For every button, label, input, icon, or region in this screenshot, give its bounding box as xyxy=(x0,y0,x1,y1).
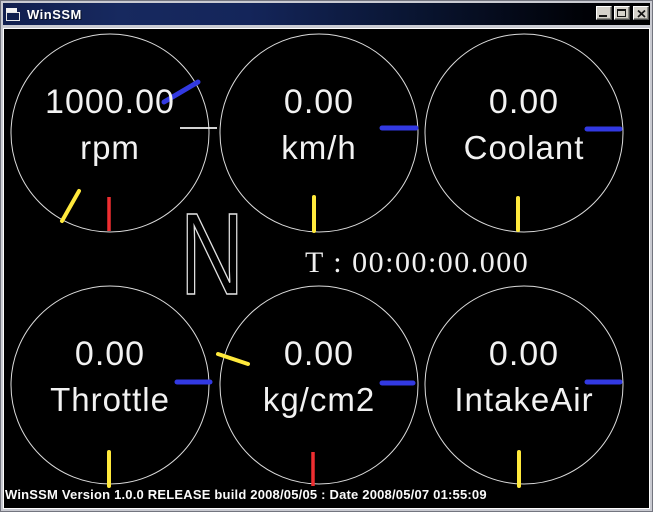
minimize-button[interactable] xyxy=(596,6,612,20)
maximize-button[interactable] xyxy=(614,6,630,20)
gauge-label: km/h xyxy=(219,131,419,164)
yellow-marker xyxy=(62,191,79,221)
maximize-icon xyxy=(617,9,626,17)
timer-display: T : 00:00:00.000 xyxy=(305,246,529,280)
dashboard-client-area: 1000.00 rpm 0.00 km/h 0.00 Coolant xyxy=(3,28,650,509)
winssm-window: WinSSM xyxy=(0,0,653,512)
gauge-label: Coolant xyxy=(424,131,624,164)
window-controls xyxy=(596,6,649,20)
gauge-value: 0.00 xyxy=(219,337,419,371)
gauge-speed: 0.00 km/h xyxy=(219,33,419,233)
gauge-throttle: 0.00 Throttle xyxy=(10,285,210,485)
gauge-label: kg/cm2 xyxy=(219,383,419,416)
close-icon xyxy=(637,10,646,18)
gauge-label: rpm xyxy=(10,131,210,164)
window-title: WinSSM xyxy=(27,7,82,22)
gauge-boost: 0.00 kg/cm2 xyxy=(219,285,419,485)
gauge-rpm: 1000.00 rpm xyxy=(10,33,210,233)
app-window-icon[interactable] xyxy=(6,8,21,21)
gauge-label: IntakeAir xyxy=(424,383,624,416)
close-button[interactable] xyxy=(633,6,649,20)
app-icon-body xyxy=(6,12,20,21)
gear-indicator: N xyxy=(159,209,289,314)
gauge-value: 0.00 xyxy=(424,85,624,119)
status-bar: WinSSM Version 1.0.0 RELEASE build 2008/… xyxy=(5,487,645,502)
gauge-value: 0.00 xyxy=(219,85,419,119)
gauge-value: 0.00 xyxy=(10,337,210,371)
gauge-intake-air: 0.00 IntakeAir xyxy=(424,285,624,485)
gauge-label: Throttle xyxy=(10,383,210,416)
title-bar[interactable]: WinSSM xyxy=(3,3,650,25)
gauge-value: 1000.00 xyxy=(10,85,210,119)
gauge-value: 0.00 xyxy=(424,337,624,371)
gear-indicator-letter: N xyxy=(180,209,244,314)
gauge-coolant: 0.00 Coolant xyxy=(424,33,624,233)
minimize-icon xyxy=(599,15,607,17)
